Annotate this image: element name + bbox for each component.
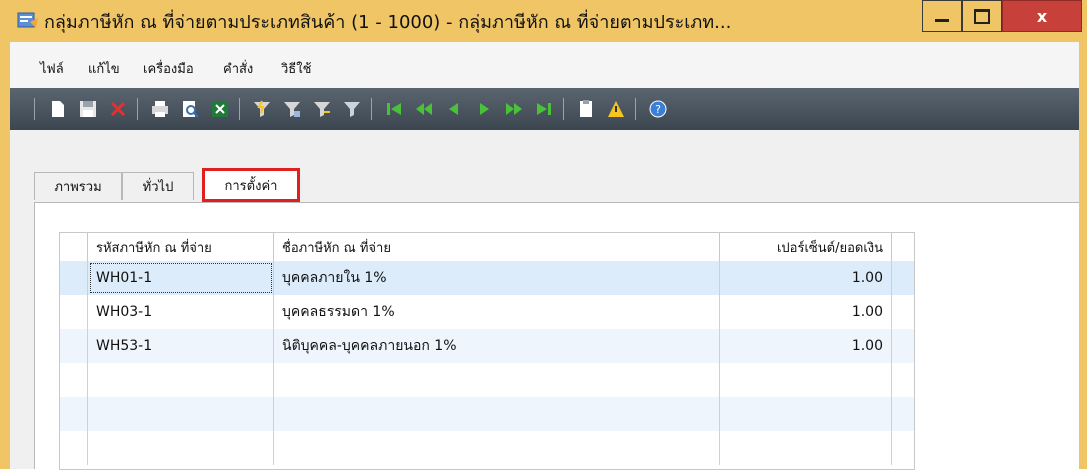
cell-percent[interactable]: 1.00 <box>720 261 892 295</box>
svg-text:?: ? <box>655 103 661 116</box>
cell-name[interactable] <box>274 363 720 397</box>
form-icon <box>16 8 40 32</box>
tab-overview[interactable]: ภาพรวม <box>34 172 122 200</box>
cell-percent[interactable]: 1.00 <box>720 295 892 329</box>
withholding-tax-grid: รหัสภาษีหัก ณ ที่จ่าย ชื่อภาษีหัก ณ ที่จ… <box>59 232 915 470</box>
empty-row[interactable] <box>60 397 914 431</box>
cell-code[interactable] <box>88 431 274 465</box>
table-row[interactable]: WH53-1 นิติบุคคล-บุคคลภายนอก 1% 1.00 <box>60 329 914 363</box>
cell-code[interactable]: WH03-1 <box>88 295 274 329</box>
tab-panel: รหัสภาษีหัก ณ ที่จ่าย ชื่อภาษีหัก ณ ที่จ… <box>34 202 1079 470</box>
cell-name[interactable]: นิติบุคคล-บุคคลภายนอก 1% <box>274 329 720 363</box>
menu-bar: ไฟล์ แก้ไข เครื่องมือ คำสั่ง วิธีใช้ <box>10 42 1079 88</box>
window: กลุ่มภาษีหัก ณ ที่จ่ายตามประเภทสินค้า (1… <box>0 0 1087 470</box>
maximize-icon <box>974 8 990 24</box>
grid-header: รหัสภาษีหัก ณ ที่จ่าย ชื่อภาษีหัก ณ ที่จ… <box>60 233 914 262</box>
toolbar: ? <box>10 88 1079 130</box>
cell-code[interactable] <box>88 397 274 431</box>
previous-page-icon[interactable] <box>412 97 436 121</box>
toolbar-separator <box>371 98 372 120</box>
tab-general[interactable]: ทั่วไป <box>122 172 194 200</box>
print-icon[interactable] <box>148 97 172 121</box>
header-code[interactable]: รหัสภาษีหัก ณ ที่จ่าย <box>88 233 274 261</box>
next-record-icon[interactable] <box>472 97 496 121</box>
menu-help[interactable]: วิธีใช้ <box>281 58 311 79</box>
close-button[interactable]: x <box>1002 0 1082 32</box>
alert-icon[interactable] <box>604 97 628 121</box>
empty-row[interactable] <box>60 431 914 465</box>
cell-name[interactable]: บุคคลภายใน 1% <box>274 261 720 295</box>
toolbar-separator <box>137 98 138 120</box>
title-bar[interactable]: กลุ่มภาษีหัก ณ ที่จ่ายตามประเภทสินค้า (1… <box>10 0 1087 42</box>
toolbar-separator <box>239 98 240 120</box>
cell-percent[interactable] <box>720 397 892 431</box>
header-name[interactable]: ชื่อภาษีหัก ณ ที่จ่าย <box>274 233 720 261</box>
row-selector[interactable] <box>60 397 88 431</box>
minimize-button[interactable] <box>922 0 962 32</box>
row-selector[interactable] <box>60 295 88 329</box>
next-page-icon[interactable] <box>502 97 526 121</box>
form-content: ภาพรวม ทั่วไป การตั้งค่า รหัสภาษีหัก ณ ท… <box>10 130 1079 470</box>
cell-code[interactable]: WH53-1 <box>88 329 274 363</box>
cell-code[interactable]: WH01-1 <box>88 261 274 295</box>
table-row[interactable]: WH01-1 บุคคลภายใน 1% 1.00 <box>60 261 914 295</box>
previous-record-icon[interactable] <box>442 97 466 121</box>
menu-edit[interactable]: แก้ไข <box>88 58 120 79</box>
toolbar-separator <box>635 98 636 120</box>
delete-icon[interactable] <box>106 97 130 121</box>
menu-commands[interactable]: คำสั่ง <box>223 58 253 79</box>
last-record-icon[interactable] <box>532 97 556 121</box>
close-icon: x <box>1036 6 1048 26</box>
tab-settings[interactable]: การตั้งค่า <box>202 168 300 202</box>
toolbar-separator <box>563 98 564 120</box>
cell-name[interactable] <box>274 431 720 465</box>
maximize-button[interactable] <box>962 0 1002 32</box>
row-selector[interactable] <box>60 261 88 295</box>
remove-filter-icon[interactable] <box>340 97 364 121</box>
header-percent[interactable]: เปอร์เซ็นต์/ยอดเงิน <box>720 233 892 261</box>
cell-percent[interactable] <box>720 363 892 397</box>
cell-name[interactable] <box>274 397 720 431</box>
export-excel-icon[interactable] <box>208 97 232 121</box>
empty-row[interactable] <box>60 363 914 397</box>
row-selector[interactable] <box>60 431 88 465</box>
help-icon[interactable]: ? <box>646 97 670 121</box>
save-icon[interactable] <box>76 97 100 121</box>
cell-percent[interactable]: 1.00 <box>720 329 892 363</box>
advanced-filter-icon[interactable] <box>310 97 334 121</box>
window-title: กลุ่มภาษีหัก ณ ที่จ่ายตามประเภทสินค้า (1… <box>44 12 732 33</box>
filter-by-selection-icon[interactable] <box>250 97 274 121</box>
print-preview-icon[interactable] <box>178 97 202 121</box>
minimize-icon <box>935 18 949 22</box>
menu-tools[interactable]: เครื่องมือ <box>143 58 194 79</box>
new-record-icon[interactable] <box>46 97 70 121</box>
row-selector[interactable] <box>60 363 88 397</box>
document-handling-icon[interactable] <box>574 97 598 121</box>
header-selector[interactable] <box>60 233 88 261</box>
table-row[interactable]: WH03-1 บุคคลธรรมดา 1% 1.00 <box>60 295 914 329</box>
cell-percent[interactable] <box>720 431 892 465</box>
filter-by-field-icon[interactable] <box>280 97 304 121</box>
row-selector[interactable] <box>60 329 88 363</box>
cell-name[interactable]: บุคคลธรรมดา 1% <box>274 295 720 329</box>
first-record-icon[interactable] <box>382 97 406 121</box>
client-area: ไฟล์ แก้ไข เครื่องมือ คำสั่ง วิธีใช้ ? ภ… <box>10 42 1079 470</box>
menu-file[interactable]: ไฟล์ <box>40 58 64 79</box>
toolbar-separator <box>34 98 35 120</box>
cell-code[interactable] <box>88 363 274 397</box>
